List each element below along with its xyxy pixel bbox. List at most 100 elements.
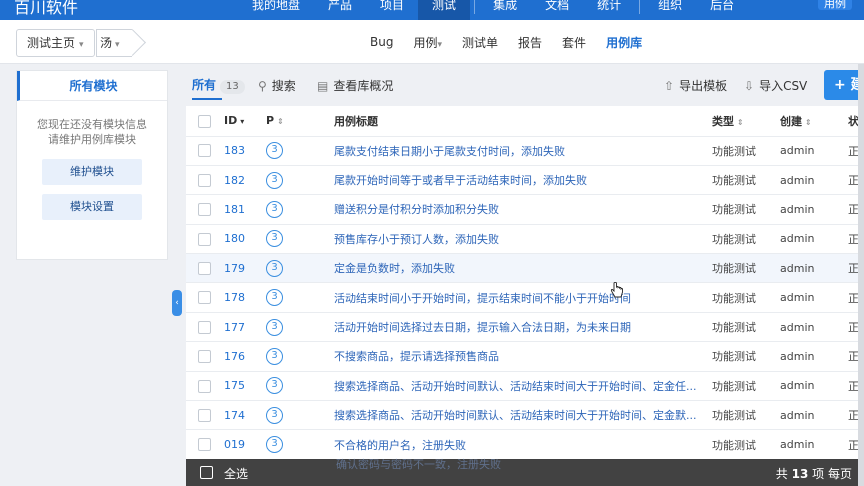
table-row[interactable]: 176 3 不搜索商品，提示请选择预售商品 功能测试 admin 正 [186,341,864,372]
case-id[interactable]: 183 [224,136,266,166]
case-type: 功能测试 [712,282,780,313]
nav-project[interactable]: 项目 [366,0,418,20]
case-title-link[interactable]: 尾款开始时间等于或者早于活动结束时间，添加失败 [334,165,712,196]
table-row[interactable]: 183 3 尾款支付结束日期小于尾款支付时间，添加失败 功能测试 admin 正 [186,136,864,166]
nav-my[interactable]: 我的地盘 [238,0,314,20]
search-button[interactable]: ⚲ 搜索 [258,77,296,94]
maintain-module-button[interactable]: 维护模块 [42,159,142,185]
subnav-bug[interactable]: Bug [370,35,393,49]
subnav-case[interactable]: 用例▾ [413,34,442,51]
nav-admin[interactable]: 后台 [696,0,748,20]
partially-hidden-row-title: 确认密码与密码不一致，注册失败 [336,458,501,471]
case-title-link[interactable]: 不搜索商品，提示请选择预售商品 [334,341,712,372]
priority-badge: 3 [266,436,283,454]
row-checkbox-cell [186,429,224,460]
overview-button[interactable]: ▤ 查看库概况 [317,77,393,94]
header-priority-label: P [266,114,275,128]
case-id[interactable]: 174 [224,400,266,431]
table-row[interactable]: 178 3 活动结束时间小于开始时间，提示结束时间不能小于开始时间 功能测试 a… [186,282,864,313]
nav-org[interactable]: 组织 [644,0,696,20]
header-id[interactable]: ID ▾ [224,106,266,137]
case-id[interactable]: 181 [224,194,266,225]
case-type: 功能测试 [712,253,780,284]
case-id[interactable]: 177 [224,312,266,343]
case-type: 功能测试 [712,429,780,460]
row-checkbox[interactable] [198,379,211,393]
case-title-link[interactable]: 不合格的用户名，注册失败 [334,429,712,460]
table-row[interactable]: 181 3 赠送积分是付积分时添加积分失败 功能测试 admin 正 [186,194,864,225]
row-checkbox-cell [186,371,224,402]
priority-cell: 3 [266,165,334,196]
case-title-link[interactable]: 赠送积分是付积分时添加积分失败 [334,194,712,225]
row-checkbox[interactable] [198,291,211,305]
brand-logo[interactable]: 百川软件 [14,0,78,18]
row-checkbox[interactable] [198,144,211,158]
row-checkbox[interactable] [198,320,211,334]
row-checkbox[interactable] [198,408,211,422]
subnav-report[interactable]: 报告 [518,34,542,51]
header-title[interactable]: 用例标题 [334,106,712,137]
table-row[interactable]: 019 3 不合格的用户名，注册失败 功能测试 admin 正 [186,429,864,460]
export-template-button[interactable]: ⇧ 导出模板 [664,77,727,94]
row-checkbox[interactable] [198,232,211,246]
table-row[interactable]: 179 3 定金是负数时，添加失败 功能测试 admin 正 [186,253,864,284]
window-edge [858,64,864,486]
sidebar-title[interactable]: 所有模块 [17,71,167,101]
case-title-link[interactable]: 活动结束时间小于开始时间，提示结束时间不能小于开始时间 [334,282,712,313]
case-id[interactable]: 180 [224,224,266,255]
top-navbar: 百川软件 我的地盘 产品 项目 测试 集成 文档 统计 组织 后台 用例 [0,0,864,20]
subnav-caselib[interactable]: 用例库 [606,34,642,51]
case-id[interactable]: 182 [224,165,266,196]
row-checkbox[interactable] [198,438,211,452]
case-created-by: admin [780,194,848,225]
sort-icon: ⇕ [805,117,812,127]
row-checkbox[interactable] [198,173,211,187]
case-id[interactable]: 175 [224,371,266,402]
tab-all[interactable]: 所有 13 [192,76,245,94]
nav-ci[interactable]: 集成 [479,0,531,20]
case-type: 功能测试 [712,165,780,196]
case-title-link[interactable]: 活动开始时间选择过去日期，提示输入合法日期，为未来日期 [334,312,712,343]
module-settings-button[interactable]: 模块设置 [42,194,142,220]
header-type[interactable]: 类型 ⇕ [712,106,780,137]
breadcrumb-current[interactable]: 汤 ▾ [96,29,146,57]
nav-product[interactable]: 产品 [314,0,366,20]
nav-stats[interactable]: 统计 [583,0,635,20]
module-sidebar: 所有模块 您现在还没有模块信息 请维护用例库模块 维护模块 模块设置 [16,70,168,260]
chevron-left-icon: ‹ [175,298,179,308]
nav-test[interactable]: 测试 [418,0,471,20]
subnav-testtask[interactable]: 测试单 [462,34,498,51]
case-title-link[interactable]: 搜索选择商品、活动开始时间默认、活动结束时间大于开始时间、定金默... [334,400,712,431]
select-all-label[interactable]: 全选 [224,465,248,482]
import-csv-button[interactable]: ⇩ 导入CSV [744,77,807,94]
case-id[interactable]: 019 [224,429,266,460]
table-row[interactable]: 180 3 预售库存小于预订人数，添加失败 功能测试 admin 正 [186,224,864,255]
select-all-checkbox[interactable] [198,114,211,128]
row-checkbox[interactable] [198,203,211,217]
case-title-link[interactable]: 定金是负数时，添加失败 [334,253,712,284]
table-row[interactable]: 177 3 活动开始时间选择过去日期，提示输入合法日期，为未来日期 功能测试 a… [186,312,864,343]
case-title-link[interactable]: 尾款支付结束日期小于尾款支付时间，添加失败 [334,136,712,166]
batch-action-bar: 全选 确认密码与密码不一致，注册失败 共 13 项 每页 [186,458,864,486]
row-checkbox[interactable] [198,350,211,364]
sidebar-collapse-handle[interactable]: ‹ [172,290,182,316]
sidebar-empty-message: 您现在还没有模块信息 请维护用例库模块 [17,117,167,147]
case-title-link[interactable]: 预售库存小于预订人数，添加失败 [334,224,712,255]
case-title-link[interactable]: 搜索选择商品、活动开始时间默认、活动结束时间大于开始时间、定金任... [334,371,712,402]
case-id[interactable]: 178 [224,282,266,313]
table-header-row: ID ▾ P ⇕ 用例标题 类型 ⇕ 创建 ⇕ 状 [186,106,864,137]
user-menu-button[interactable]: 用例 [818,0,852,10]
header-priority[interactable]: P ⇕ [266,106,334,137]
footer-select-all-checkbox[interactable] [200,466,213,479]
total-suffix[interactable]: 项 每页 [812,467,852,481]
header-created-by[interactable]: 创建 ⇕ [780,106,848,137]
subnav-suite[interactable]: 套件 [562,34,586,51]
breadcrumb-home[interactable]: 测试主页 ▾ [16,29,95,57]
case-id[interactable]: 179 [224,253,266,284]
table-row[interactable]: 175 3 搜索选择商品、活动开始时间默认、活动结束时间大于开始时间、定金任..… [186,371,864,402]
nav-doc[interactable]: 文档 [531,0,583,20]
row-checkbox[interactable] [198,262,211,275]
case-id[interactable]: 176 [224,341,266,372]
table-row[interactable]: 182 3 尾款开始时间等于或者早于活动结束时间，添加失败 功能测试 admin… [186,165,864,196]
table-row[interactable]: 174 3 搜索选择商品、活动开始时间默认、活动结束时间大于开始时间、定金默..… [186,400,864,431]
